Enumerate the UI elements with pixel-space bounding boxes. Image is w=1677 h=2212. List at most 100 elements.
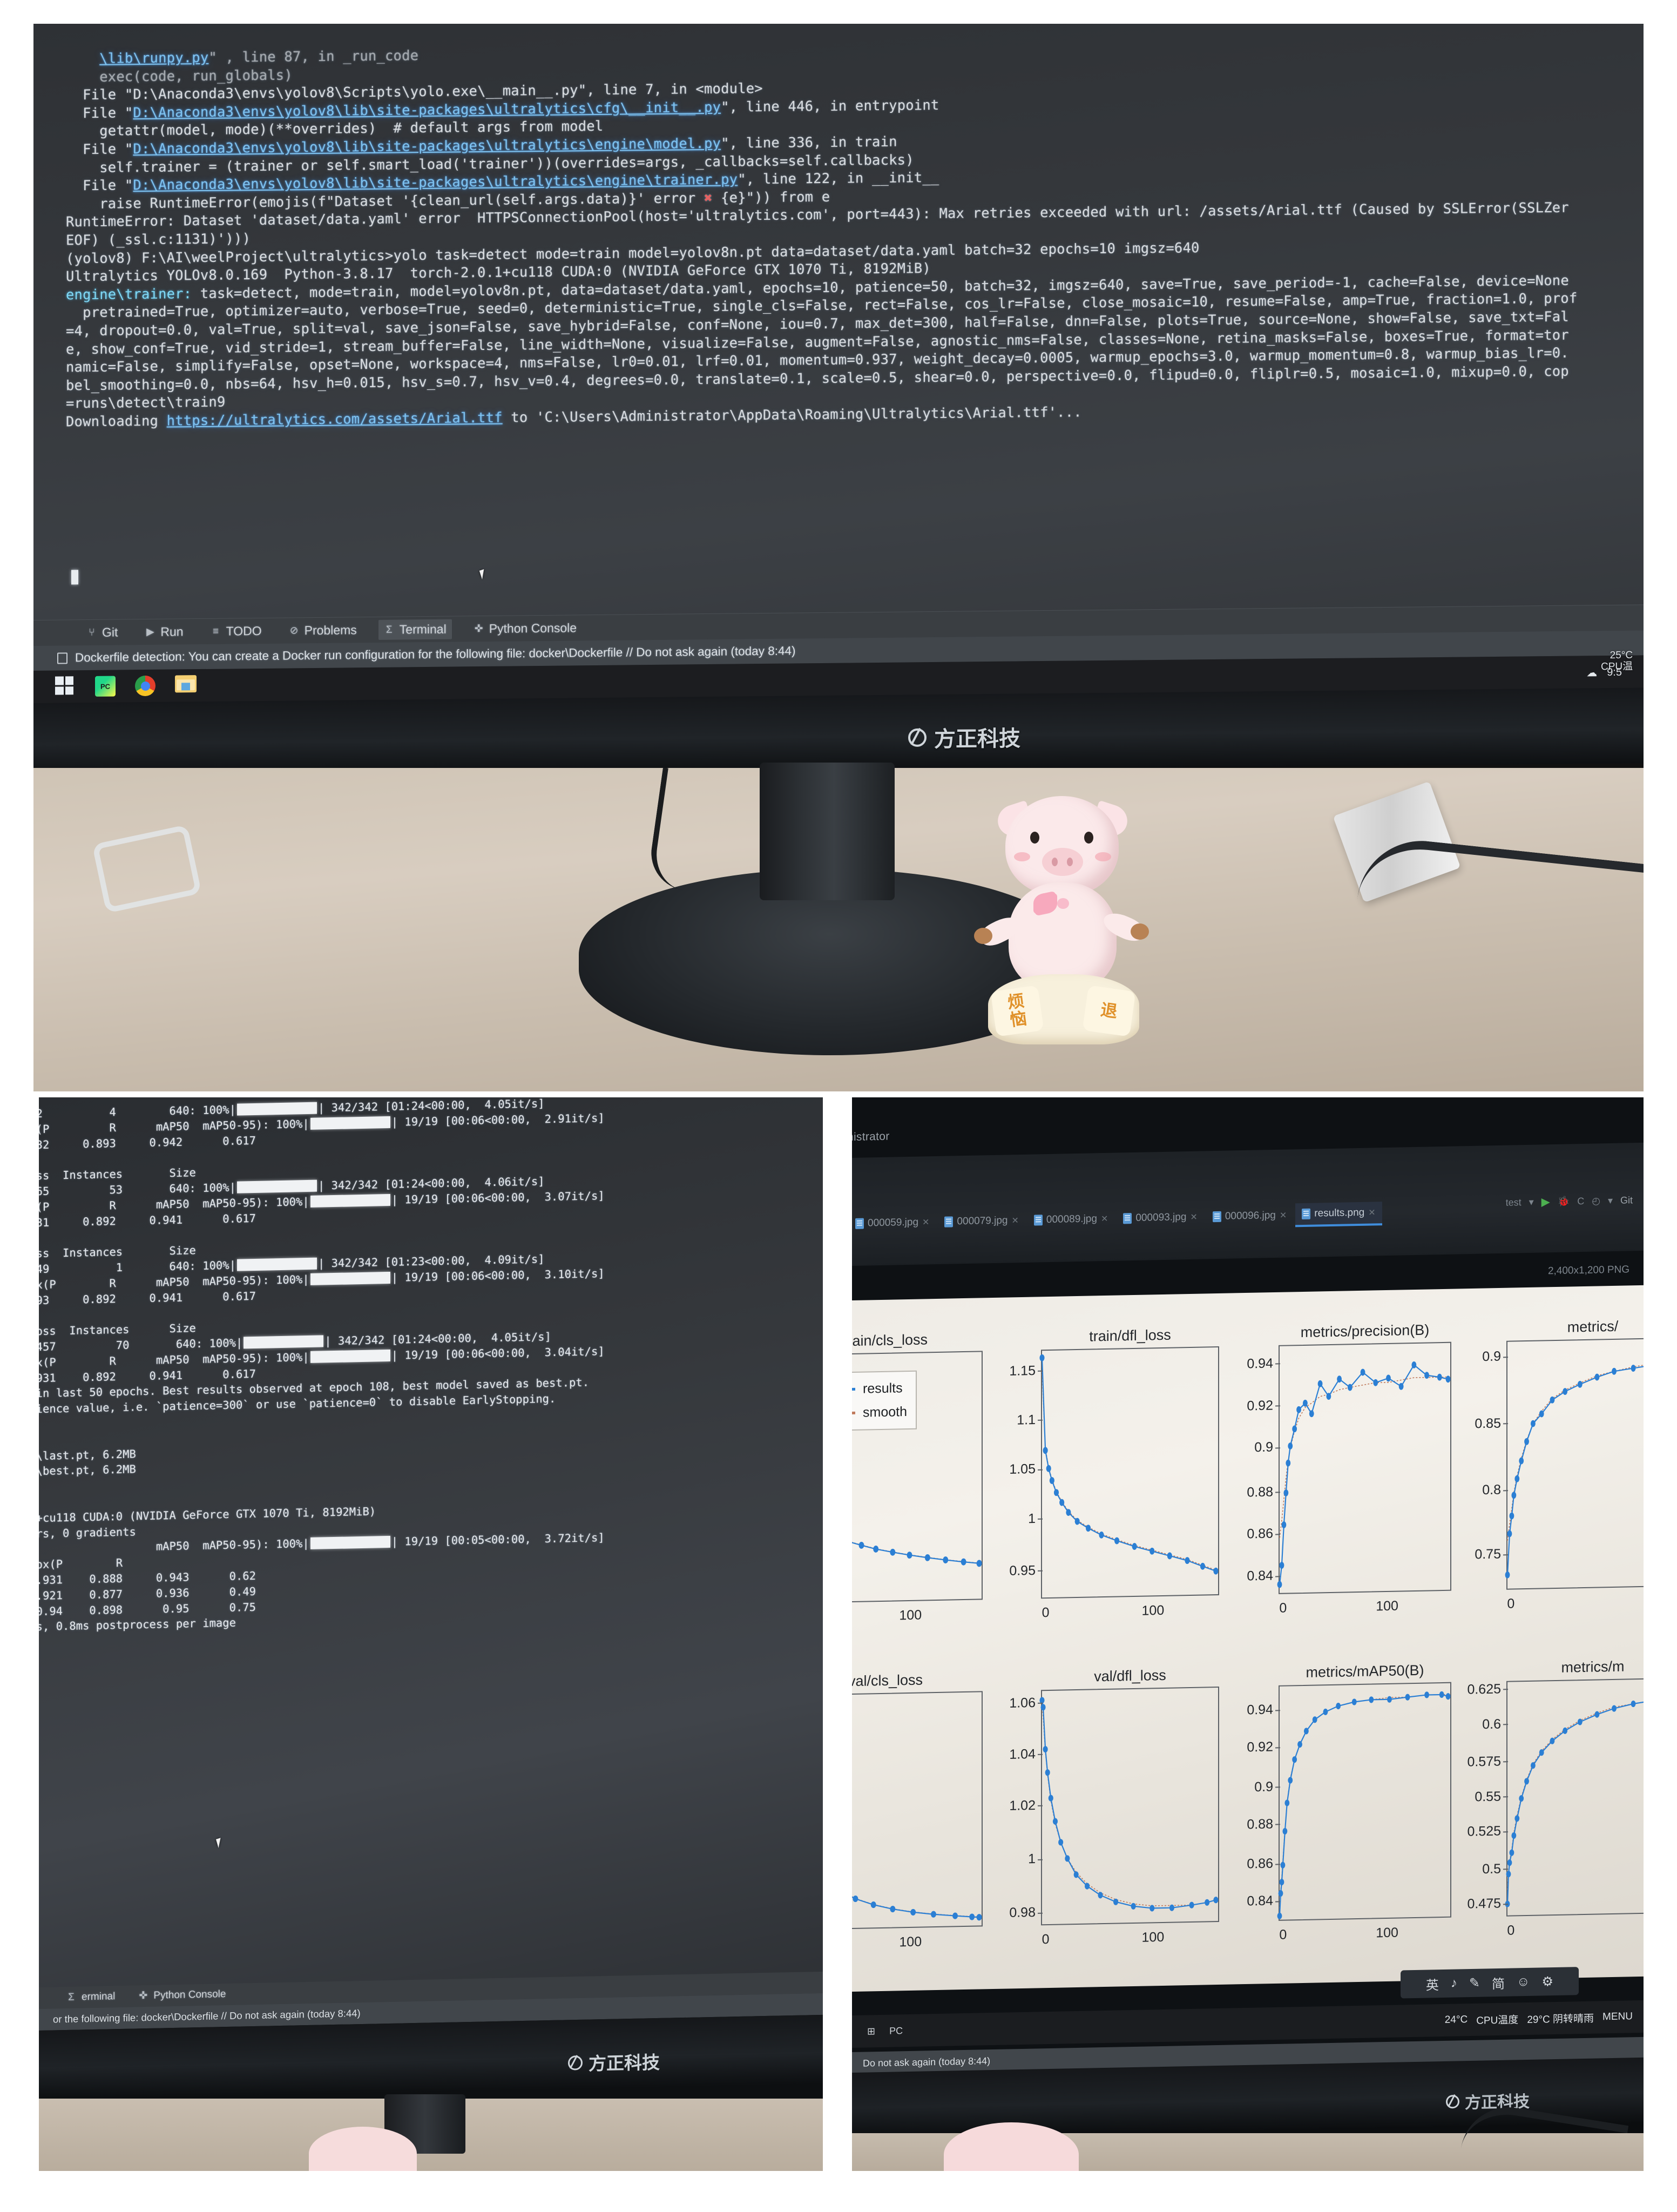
system-tray-br[interactable]: 24°C CPU温度 29°C 阴转晴雨 MENU (1445, 2000, 1633, 2036)
close-icon[interactable]: ✕ (1280, 1210, 1287, 1221)
chart-series-smooth (852, 1703, 979, 1921)
image-file-icon (1033, 1215, 1043, 1226)
run-toolbar[interactable]: test ▾ ▶ 🐞 C ◴ ▾ Git (1506, 1193, 1633, 1210)
y-tick: 1 (1028, 1510, 1036, 1526)
chart-datapoints (1039, 1697, 1219, 1912)
chart-frame: 0.84 0.86 0.88 0.9 0.92 0.94 0 100 (1247, 1682, 1451, 1943)
ime-button-1[interactable]: ♪ (1451, 1975, 1457, 1991)
terminal-caret (71, 570, 78, 585)
editor-tab-000093-jpg[interactable]: 000093.jpg ✕ (1117, 1206, 1203, 1229)
chart-series-smooth (1042, 1702, 1216, 1908)
monitor-stand-neck (760, 763, 895, 900)
chart-metrics-map5095: metrics/m 0.475 0.5 0.525 0.55 0.575 0.6 (1467, 1657, 1644, 1941)
progress-bar (236, 1102, 317, 1116)
profile-icon[interactable]: ◴ (1592, 1195, 1600, 1206)
photo-monitor-top: \lib\runpy.py" , line 87, in _run_code e… (33, 24, 1644, 1091)
tool-window-erminal[interactable]: Σerminal (60, 1988, 120, 2006)
ime-button-3[interactable]: 简 (1492, 1973, 1505, 1992)
editor-tab-000096-jpg[interactable]: 000096.jpg ✕ (1206, 1204, 1293, 1228)
image-file-icon (1302, 1208, 1311, 1220)
tool-window-run[interactable]: ▶ Run (139, 622, 188, 642)
y-tick: 0.94 (1247, 1702, 1273, 1718)
pycharm-icon[interactable]: PC (95, 676, 117, 698)
pig-figurine: 烦恼 退 (973, 796, 1151, 1055)
chart-title: train/dfl_loss (1089, 1326, 1171, 1345)
y-tick: 0.92 (1247, 1739, 1273, 1755)
tool-window-python-console[interactable]: ✜ Python Console (468, 618, 582, 639)
editor-tab-000059-jpg[interactable]: 000059.jpg ✕ (852, 1211, 936, 1235)
chart-plot-area (1505, 1679, 1644, 1907)
tool-window-git[interactable]: ⑂ Git (81, 622, 123, 643)
y-tick: 0.5 (1482, 1861, 1501, 1877)
x-tick: 0 (1507, 1923, 1515, 1938)
chart-plot-area (1505, 1339, 1644, 1579)
ime-toolbar[interactable]: 英 ♪ ✎ 简 ☺ ⚙ (1401, 1967, 1579, 1999)
editor-tab-000089-jpg[interactable]: 000089.jpg ✕ (1027, 1208, 1114, 1231)
close-icon[interactable]: ✕ (1101, 1213, 1108, 1224)
coverage-icon[interactable]: C (1577, 1196, 1584, 1207)
x-tick: 100 (1141, 1602, 1165, 1618)
chart-val-cls-loss: val/cls_loss 100 (852, 1670, 983, 1955)
x-tick: 0 (1507, 1596, 1515, 1611)
ime-button-2[interactable]: ✎ (1469, 1975, 1480, 1991)
chart-plot-area (1277, 1343, 1451, 1588)
y-tick: 0.92 (1247, 1398, 1273, 1414)
ime-button-5[interactable]: ⚙ (1542, 1974, 1554, 1990)
chart-frame: 0.98 1 1.02 1.04 1.06 0 100 (1009, 1686, 1219, 1947)
windows-start-icon[interactable] (55, 676, 77, 698)
chart-title: metrics/precision(B) (1300, 1321, 1430, 1341)
tool-window-terminal[interactable]: Σ Terminal (378, 619, 452, 640)
y-tick: 0.9 (1254, 1779, 1273, 1795)
tool-window-label: TODO (226, 623, 262, 638)
chrome-icon[interactable] (135, 675, 157, 697)
close-icon[interactable]: ✕ (1012, 1215, 1019, 1226)
tool-window-todo[interactable]: ≡ TODO (205, 621, 267, 642)
git-label[interactable]: Git (1620, 1195, 1633, 1206)
brand-logo-icon (908, 728, 927, 747)
debug-icon[interactable]: 🐞 (1558, 1196, 1570, 1207)
y-tick: 0.88 (1247, 1484, 1273, 1500)
chart-series-smooth (1507, 1360, 1644, 1541)
chart-legend: results smooth (852, 1370, 917, 1432)
chart-frame: 0.475 0.5 0.525 0.55 0.575 0.6 0.625 0 (1467, 1677, 1644, 1938)
terminal-output-training[interactable]: 402 4 640: 100%| | 342/342 [01:24<00:00, … (39, 1097, 823, 1635)
close-icon[interactable]: ✕ (922, 1217, 929, 1228)
editor-tab-results-png[interactable]: results.png ✕ (1295, 1202, 1382, 1228)
chart-datapoints (1505, 1365, 1636, 1579)
run-icon[interactable]: ▶ (1541, 1195, 1550, 1209)
terminal-output-top[interactable]: \lib\runpy.py" , line 87, in _run_code e… (66, 35, 1644, 431)
bottom-right-monitor-screen: inistrator 000059.jpg ✕ 000079.jpg ✕ 000089.… (852, 1097, 1644, 2075)
chart-series-results (1042, 1697, 1216, 1910)
y-tick: 1.15 (1009, 1363, 1036, 1379)
chart-series-results (852, 1698, 979, 1921)
chevron-down-icon-2[interactable]: ▾ (1608, 1195, 1613, 1206)
y-tick: 1.02 (1009, 1797, 1036, 1813)
close-icon[interactable]: ✕ (1368, 1207, 1375, 1218)
x-tick: 100 (1141, 1929, 1165, 1945)
y-tick: 0.84 (1247, 1568, 1273, 1584)
y-tick: 1.06 (1009, 1695, 1036, 1711)
close-icon[interactable]: ✕ (1190, 1212, 1197, 1223)
ime-button-0[interactable]: 英 (1426, 1974, 1439, 1993)
tool-window-python-console[interactable]: ✜ Python Console (132, 1986, 231, 2005)
file-explorer-icon[interactable] (175, 675, 197, 697)
chart-plot-area (852, 1692, 982, 1921)
run-config-selector[interactable]: test (1506, 1197, 1522, 1209)
chart-datapoints (1039, 1354, 1219, 1575)
windows-start-icon-br[interactable]: ⊞ (867, 2026, 875, 2037)
chevron-down-icon[interactable]: ▾ (1529, 1197, 1534, 1208)
y-tick: 0.525 (1467, 1823, 1501, 1840)
chart-title: train/cls_loss (852, 1331, 928, 1350)
ime-button-4[interactable]: ☺ (1517, 1974, 1530, 1990)
pycharm-icon-br[interactable]: PC (889, 2025, 903, 2036)
y-tick: 0.575 (1467, 1754, 1501, 1770)
chart-frame: 0.75 0.8 0.85 0.9 0 (1475, 1337, 1644, 1611)
brand-logo-icon-br (1446, 2094, 1459, 2108)
legend-swatch-smooth (852, 1411, 855, 1415)
tool-window-icon: Σ (68, 1991, 75, 2003)
notification-text: Dockerfile detection: You can create a D… (75, 644, 796, 665)
editor-tab-label: results.png (1314, 1206, 1365, 1219)
progress-bar (310, 1116, 390, 1130)
tool-window-problems[interactable]: ⊘ Problems (283, 620, 362, 640)
editor-tab-000079-jpg[interactable]: 000079.jpg ✕ (938, 1210, 1025, 1233)
